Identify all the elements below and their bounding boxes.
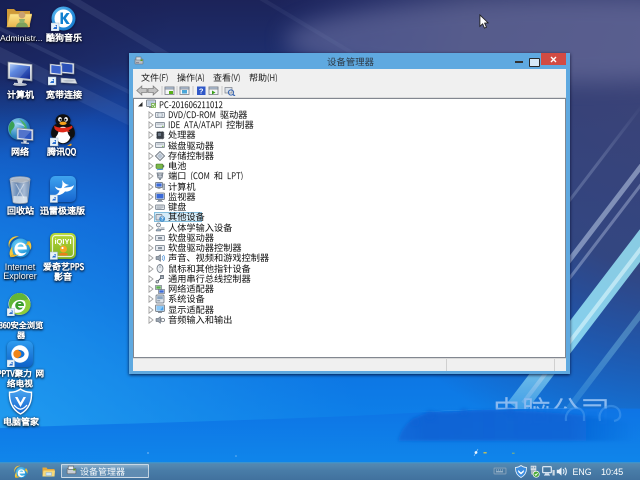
svg-text:?: ? xyxy=(199,86,204,95)
svg-text:iQIYI: iQIYI xyxy=(54,237,71,246)
